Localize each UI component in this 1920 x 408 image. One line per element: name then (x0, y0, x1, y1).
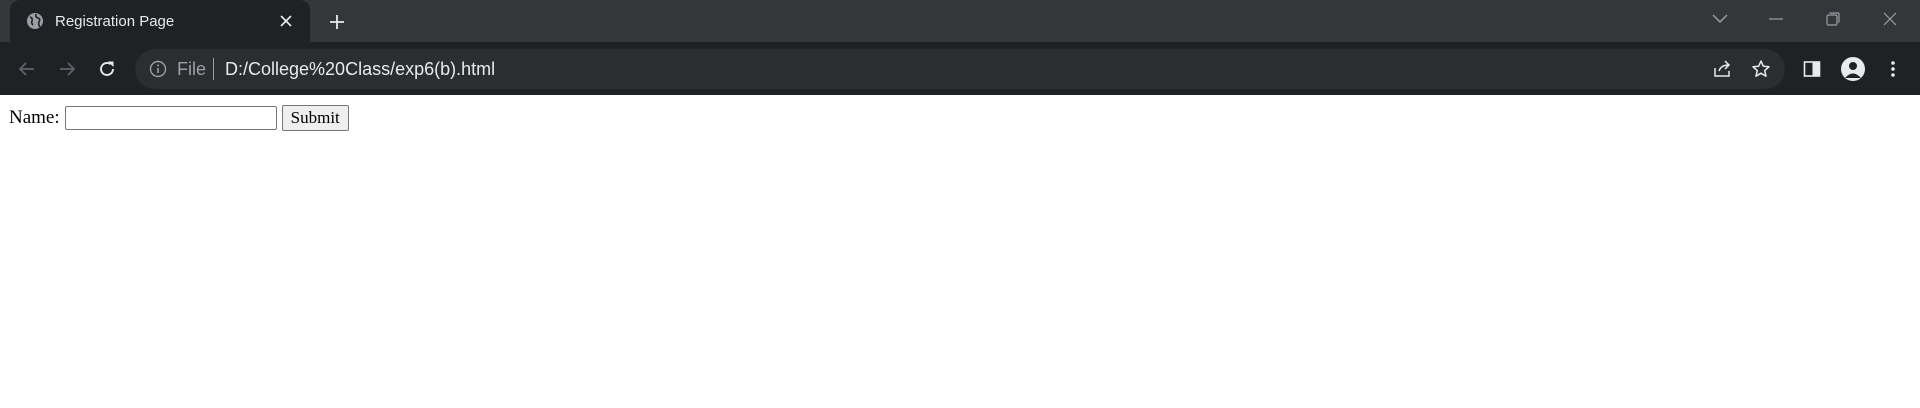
page-content: Name: Submit (0, 95, 1920, 408)
minimize-icon[interactable] (1748, 0, 1804, 38)
omnibox-separator (213, 58, 214, 80)
globe-icon (26, 12, 44, 30)
name-label: Name: (9, 107, 60, 128)
tab-strip: Registration Page (0, 0, 1920, 42)
browser-chrome: Registration Page File D:/College%20Clas… (0, 0, 1920, 95)
address-bar[interactable]: File D:/College%20Class/exp6(b).html (135, 49, 1785, 89)
close-window-icon[interactable] (1862, 0, 1918, 38)
tab-title: Registration Page (55, 12, 175, 30)
tab-registration-page[interactable]: Registration Page (10, 0, 310, 42)
info-icon[interactable] (148, 59, 168, 79)
share-icon[interactable] (1708, 55, 1736, 83)
profile-icon[interactable] (1836, 52, 1870, 86)
submit-button[interactable]: Submit (281, 105, 349, 131)
close-icon[interactable] (274, 9, 298, 33)
file-scheme-label: File (177, 59, 207, 79)
url-text[interactable]: D:/College%20Class/exp6(b).html (225, 58, 495, 80)
toolbar: File D:/College%20Class/exp6(b).html (0, 42, 1920, 95)
name-field[interactable] (64, 106, 277, 130)
reload-icon[interactable] (90, 52, 124, 86)
restore-icon[interactable] (1805, 0, 1861, 38)
star-icon[interactable] (1747, 55, 1775, 83)
back-arrow-icon[interactable] (10, 52, 44, 86)
kebab-menu-icon[interactable] (1876, 52, 1910, 86)
registration-form: Name: Submit (9, 105, 349, 131)
side-panel-icon[interactable] (1795, 52, 1829, 86)
plus-icon[interactable] (323, 8, 351, 36)
avatar (1841, 57, 1865, 81)
forward-arrow-icon[interactable] (50, 52, 84, 86)
chevron-down-icon[interactable] (1692, 0, 1748, 38)
